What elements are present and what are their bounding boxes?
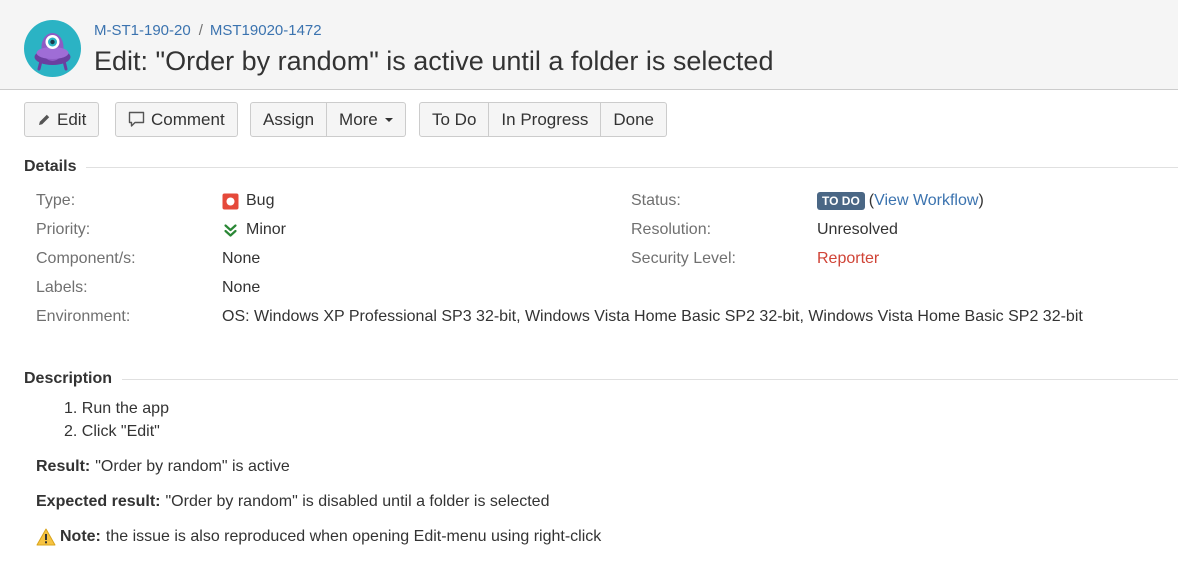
comment-button[interactable]: Comment — [115, 102, 238, 137]
view-workflow-link[interactable]: View Workflow — [874, 192, 978, 210]
breadcrumb-issue-key-link[interactable]: MST19020-1472 — [210, 22, 322, 39]
bug-icon — [222, 193, 239, 209]
result-line: Result: "Order by random" is active — [36, 458, 290, 476]
workflow-transitions-group: To Do In Progress Done — [419, 102, 667, 137]
environment-label: Environment: — [36, 308, 131, 325]
done-button[interactable]: Done — [601, 102, 667, 137]
breadcrumb: M-ST1-190-20 / MST19020-1472 — [94, 22, 322, 39]
project-avatar-icon[interactable] — [24, 20, 81, 77]
status-value: TO DO (View Workflow) — [817, 192, 984, 210]
in-progress-button-label: In Progress — [501, 109, 589, 129]
description-heading: Description — [24, 370, 113, 387]
resolution-label: Resolution: — [631, 221, 712, 238]
expected-result-line: Expected result: "Order by random" is di… — [36, 493, 549, 511]
more-button[interactable]: More — [327, 102, 406, 137]
priority-value: Minor — [222, 221, 286, 239]
security-level-label: Security Level: — [631, 250, 736, 267]
warning-icon — [36, 528, 56, 546]
edit-button[interactable]: Edit — [24, 102, 100, 137]
priority-minor-icon — [224, 223, 237, 237]
breadcrumb-project-link[interactable]: M-ST1-190-20 — [94, 22, 191, 39]
type-value: Bug — [222, 192, 274, 210]
description-section-header[interactable]: Description — [24, 370, 1178, 388]
comment-button-group: Comment — [115, 102, 238, 137]
status-label: Status: — [631, 192, 681, 209]
result-label: Result: — [36, 458, 91, 475]
comment-icon — [128, 111, 145, 127]
components-value: None — [222, 250, 261, 267]
assign-more-group: Assign More — [250, 102, 406, 137]
issue-header: M-ST1-190-20 / MST19020-1472 Edit: "Order … — [0, 0, 1178, 90]
details-section-header[interactable]: Details — [24, 158, 1178, 176]
edit-button-group: Edit — [24, 102, 100, 137]
type-value-text: Bug — [246, 192, 275, 209]
expected-result-label: Expected result: — [36, 493, 161, 510]
edit-button-label: Edit — [57, 109, 87, 129]
description-divider — [122, 378, 1178, 380]
issue-title[interactable]: Edit: "Order by random" is active until … — [94, 46, 773, 77]
assign-button-label: Assign — [263, 109, 315, 129]
result-text: "Order by random" is active — [95, 458, 290, 475]
status-badge: TO DO — [817, 192, 865, 210]
note-text: the issue is also reproduced when openin… — [105, 528, 602, 545]
expected-result-text: "Order by random" is disabled until a fo… — [165, 493, 550, 510]
priority-label: Priority: — [36, 221, 91, 238]
breadcrumb-separator: / — [198, 22, 203, 39]
comment-button-label: Comment — [151, 109, 225, 129]
todo-button-label: To Do — [432, 109, 477, 129]
chevron-down-icon — [384, 117, 393, 122]
more-button-label: More — [339, 109, 378, 129]
pencil-icon — [39, 114, 50, 125]
components-label: Component/s: — [36, 250, 136, 267]
details-heading: Details — [24, 158, 77, 175]
security-level-value: Reporter — [817, 250, 880, 267]
details-divider — [86, 166, 1178, 168]
workflow-close-paren: ) — [978, 192, 984, 209]
labels-label: Labels: — [36, 279, 88, 296]
list-item: 2. Click "Edit" — [64, 423, 160, 440]
list-item: 1. Run the app — [64, 400, 169, 417]
in-progress-button[interactable]: In Progress — [489, 102, 602, 137]
type-label: Type: — [36, 192, 76, 209]
environment-value: OS: Windows XP Professional SP3 32-bit, … — [222, 308, 1083, 325]
note-label: Note: — [60, 528, 101, 545]
labels-value: None — [222, 279, 261, 296]
assign-button[interactable]: Assign — [250, 102, 328, 137]
resolution-value: Unresolved — [817, 221, 898, 238]
steps-list: 1. Run the app 2. Click "Edit" — [64, 399, 169, 445]
done-button-label: Done — [613, 109, 654, 129]
todo-button[interactable]: To Do — [419, 102, 490, 137]
note-line: Note: the issue is also reproduced when … — [36, 528, 601, 546]
priority-value-text: Minor — [246, 221, 287, 238]
